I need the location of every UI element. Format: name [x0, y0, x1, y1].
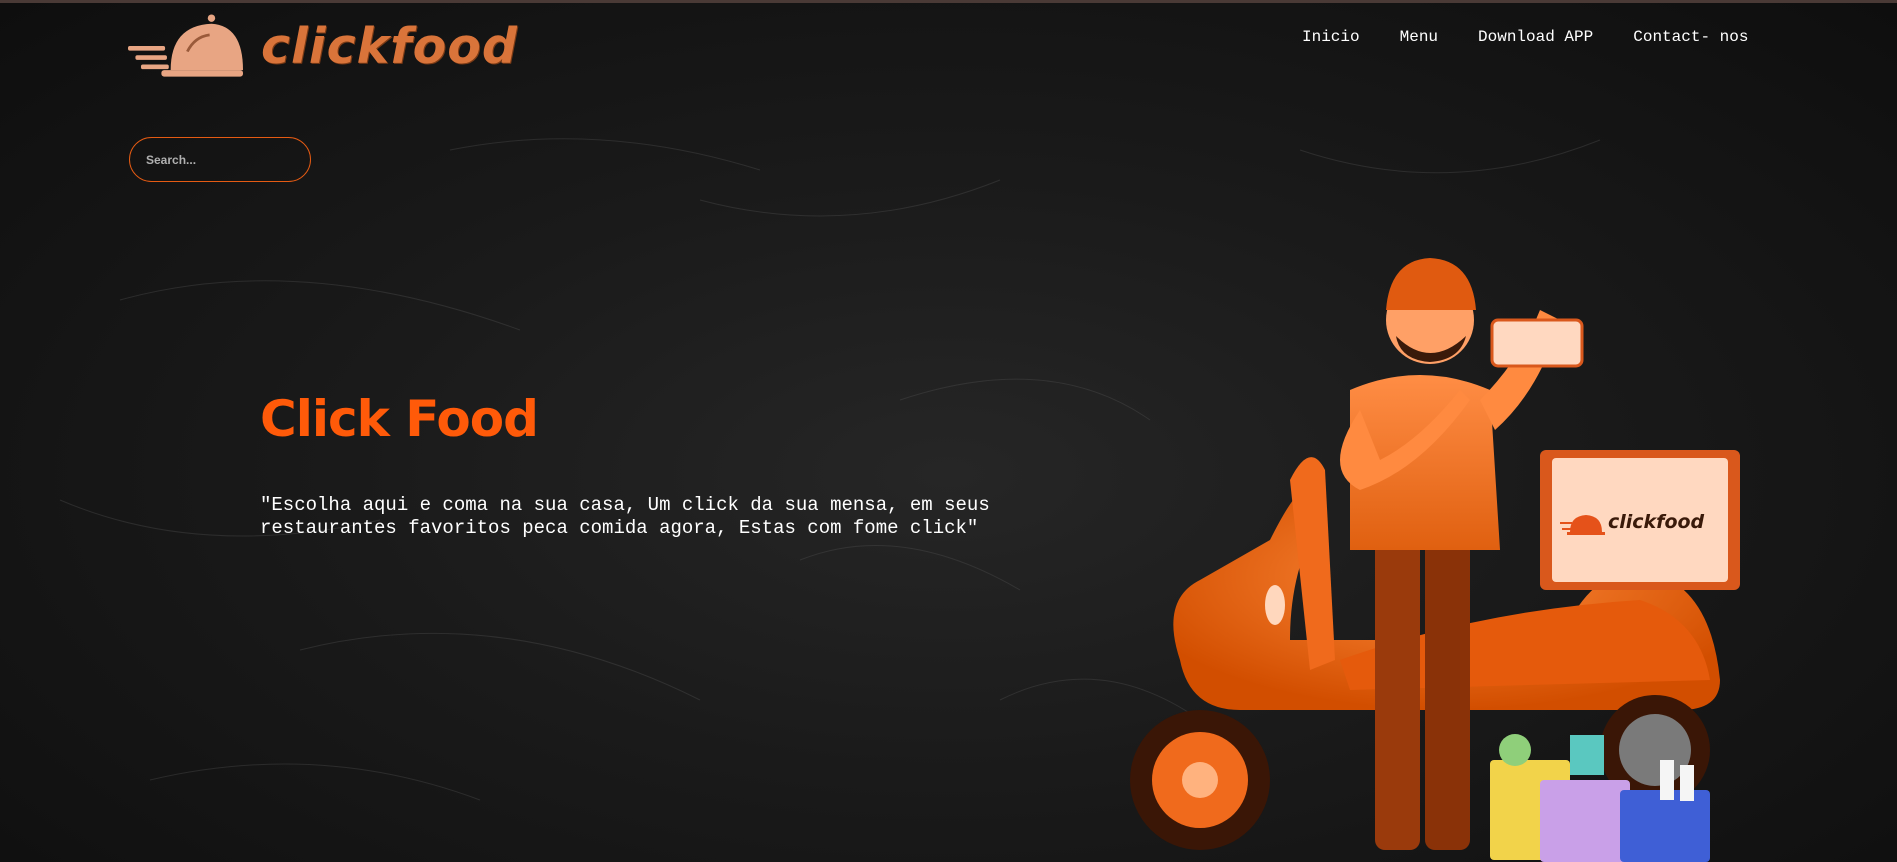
logo[interactable]: clickfood — [128, 8, 518, 84]
nav-item-inicio[interactable]: Inicio — [1302, 28, 1360, 46]
top-border — [0, 0, 1897, 3]
nav-item-download-app[interactable]: Download APP — [1478, 28, 1593, 46]
main-nav: Inicio Menu Download APP Contact- nos — [1302, 28, 1748, 46]
search-input[interactable] — [129, 137, 311, 182]
delivery-cloche-icon — [128, 14, 243, 77]
hero-description: "Escolha aqui e coma na sua casa, Um cli… — [260, 494, 990, 539]
delivery-man-scooter-illustration: clickfood — [1130, 258, 1740, 862]
nav-item-contact[interactable]: Contact- nos — [1633, 28, 1748, 46]
hero-title: Click Food — [260, 390, 539, 448]
brand-name: clickfood — [261, 17, 518, 75]
nav-item-menu[interactable]: Menu — [1400, 28, 1438, 46]
box-brand-label: clickfood — [1608, 511, 1705, 533]
